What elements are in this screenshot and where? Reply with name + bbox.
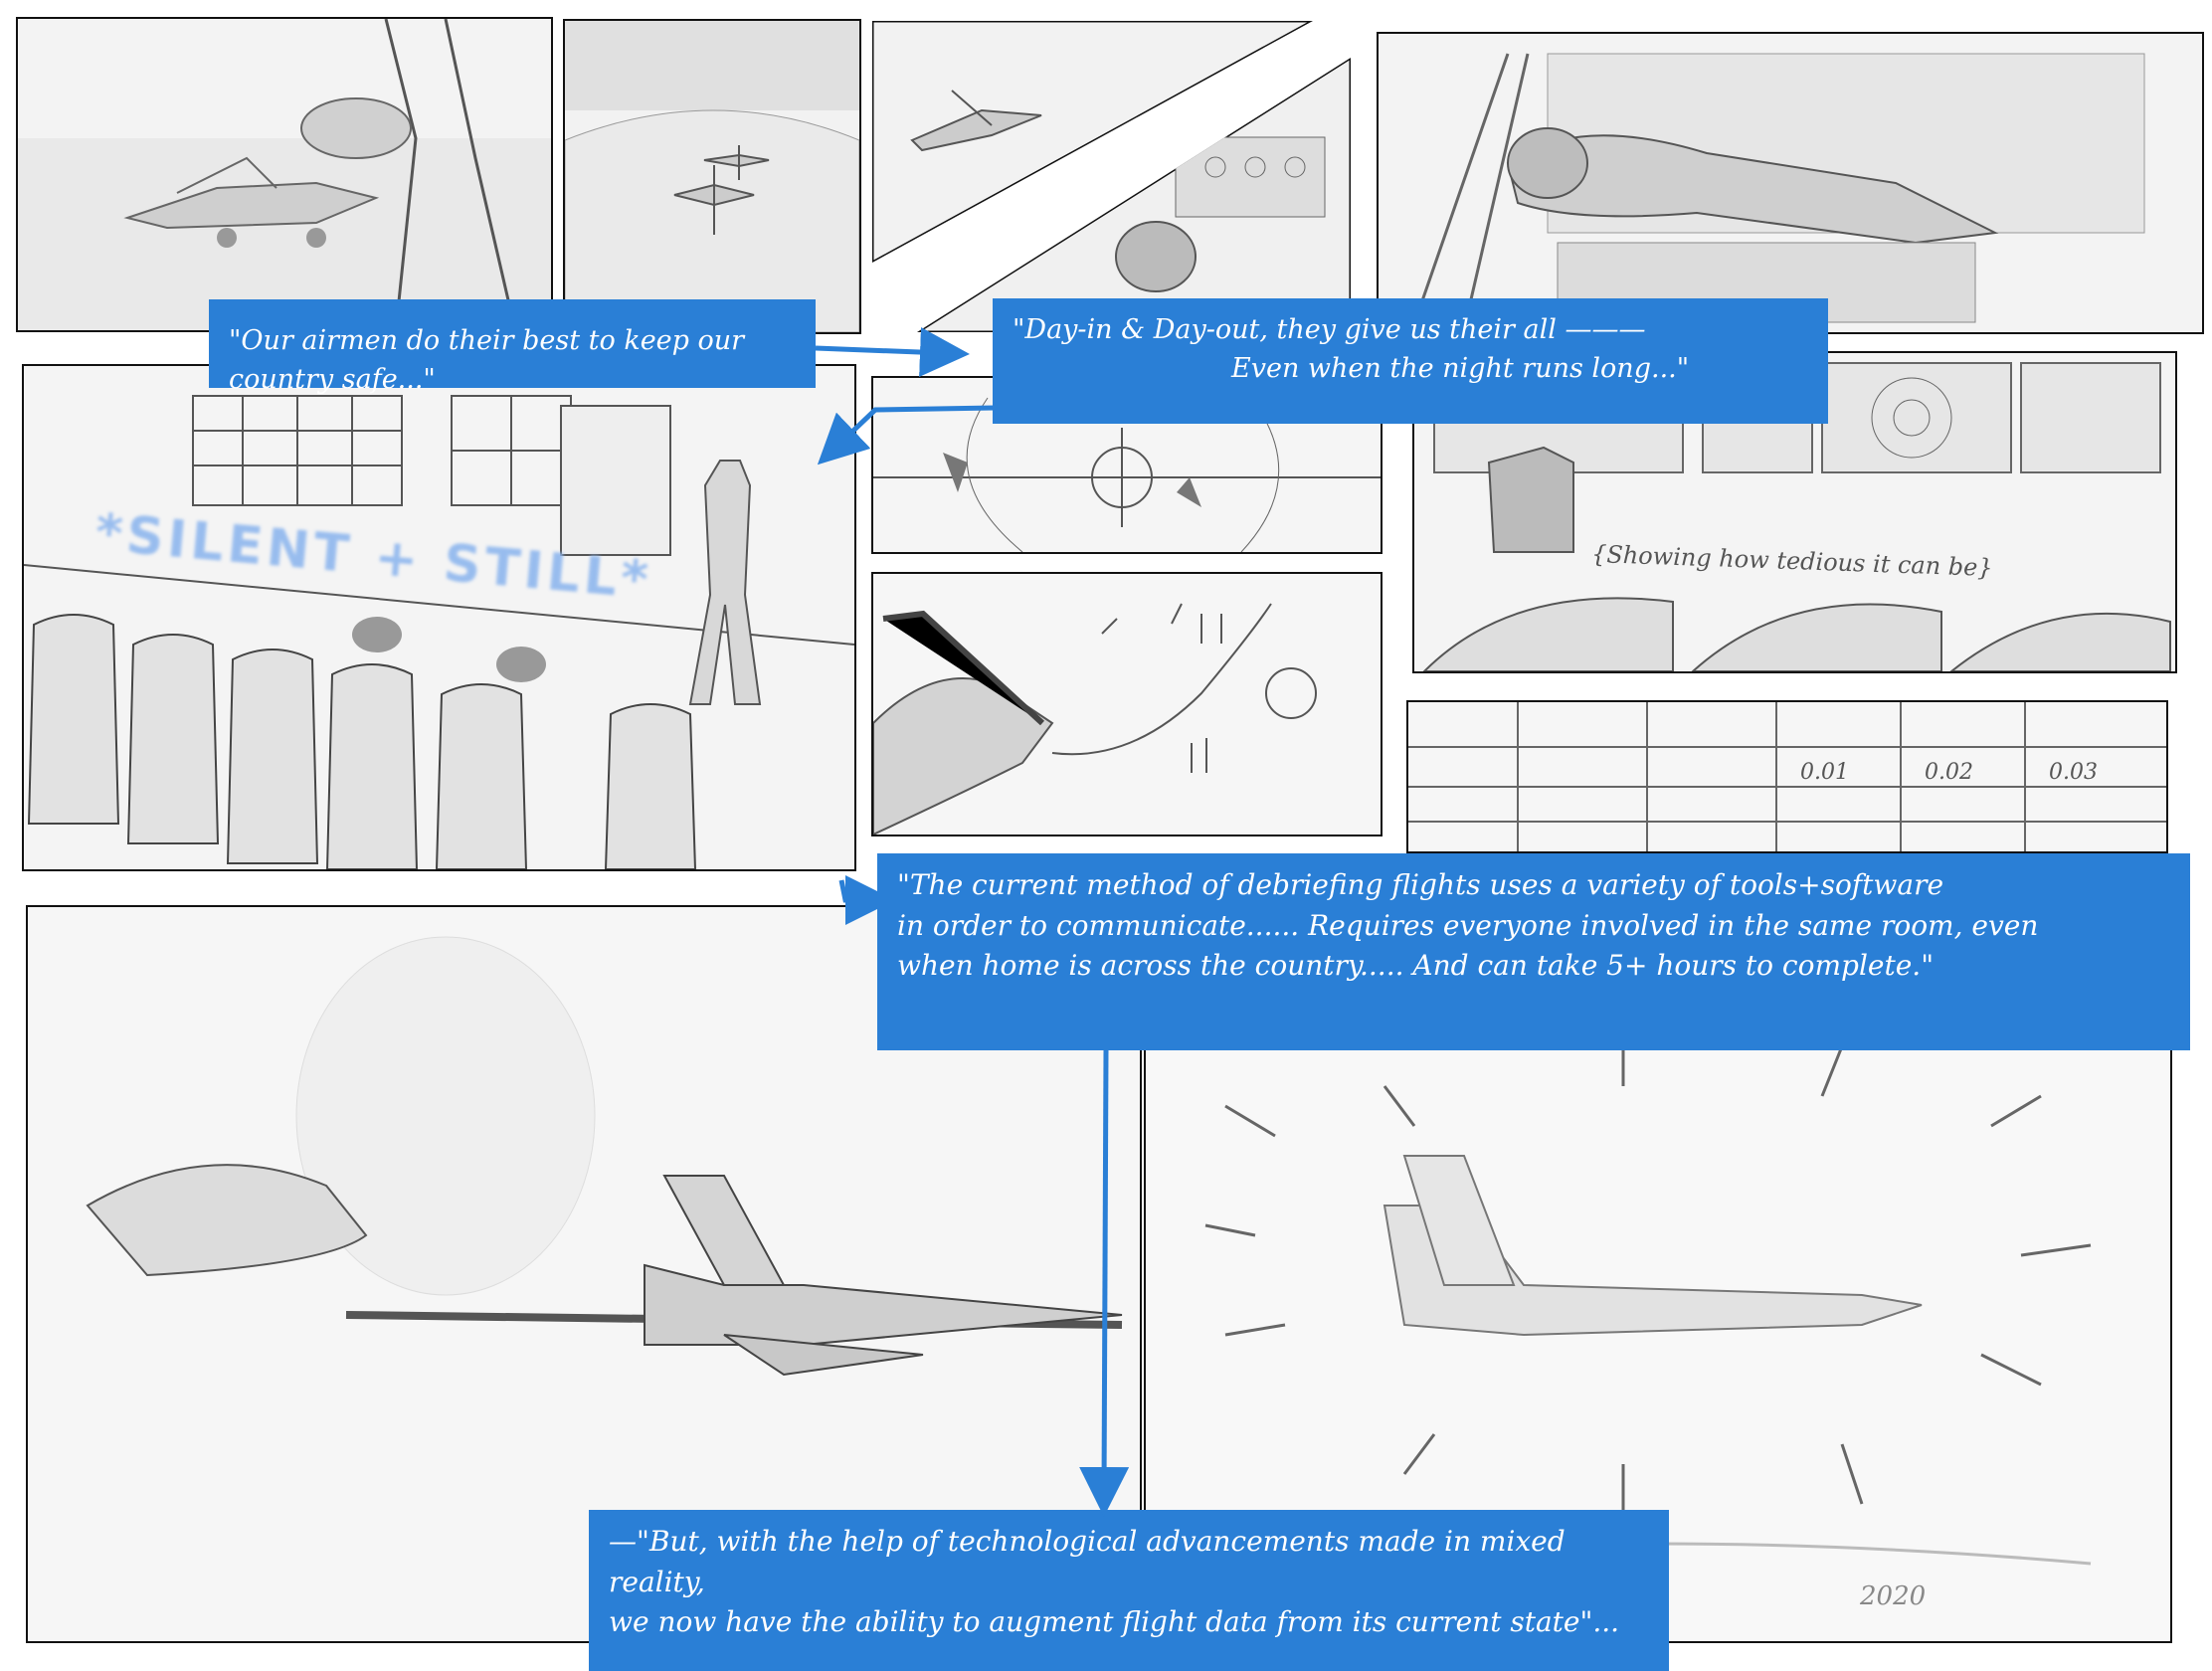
caption-mixed-reality-line1: —"But, with the help of technological ad… bbox=[609, 1525, 1566, 1598]
jet-sketch-icon bbox=[18, 19, 551, 330]
table-value-1: 0.01 bbox=[1800, 760, 1849, 785]
caption-day-in: "Day-in & Day-out, they give us their al… bbox=[993, 298, 1828, 424]
caption-current-method: "The current method of debriefing flight… bbox=[877, 853, 2190, 1050]
chair-sketch-icon bbox=[24, 366, 854, 869]
caption-mixed-reality: —"But, with the help of technological ad… bbox=[589, 1510, 1669, 1671]
caption-current-method-line1: "The current method of debriefing flight… bbox=[897, 868, 1944, 901]
caption-mixed-reality-line2: we now have the ability to augment fligh… bbox=[609, 1605, 1620, 1639]
panel-runway-jets bbox=[563, 19, 861, 334]
caption-current-method-line2: in order to communicate...... Requires e… bbox=[897, 908, 2039, 942]
panel-sleeping-airman bbox=[1377, 32, 2204, 334]
jet-sketch-icon bbox=[565, 21, 859, 332]
table-value-2: 0.02 bbox=[1925, 760, 1973, 785]
panel-hangar-jet bbox=[16, 17, 553, 332]
caption-airmen: "Our airmen do their best to keep our co… bbox=[209, 299, 816, 395]
hand-pen-sketch-icon bbox=[873, 574, 1381, 835]
arrow-3-4 bbox=[838, 875, 895, 925]
caption-day-in-line2: Even when the night runs long..." bbox=[1231, 353, 1690, 385]
caption-airmen-text: "Our airmen do their best to keep our co… bbox=[229, 325, 745, 396]
pilot-sketch-icon bbox=[1379, 34, 2202, 332]
pilot-sketch-icon bbox=[1115, 221, 1197, 292]
panel-hand-drawing bbox=[871, 572, 1382, 836]
arrow-1-2 bbox=[815, 327, 970, 378]
caption-day-in-line1: "Day-in & Day-out, they give us their al… bbox=[1013, 314, 1646, 345]
table-value-3: 0.03 bbox=[2049, 760, 2098, 785]
panel-briefing-room bbox=[22, 364, 856, 871]
caption-current-method-line3: when home is across the country..... And… bbox=[897, 949, 1935, 983]
signature-year: 2020 bbox=[1860, 1581, 1927, 1611]
